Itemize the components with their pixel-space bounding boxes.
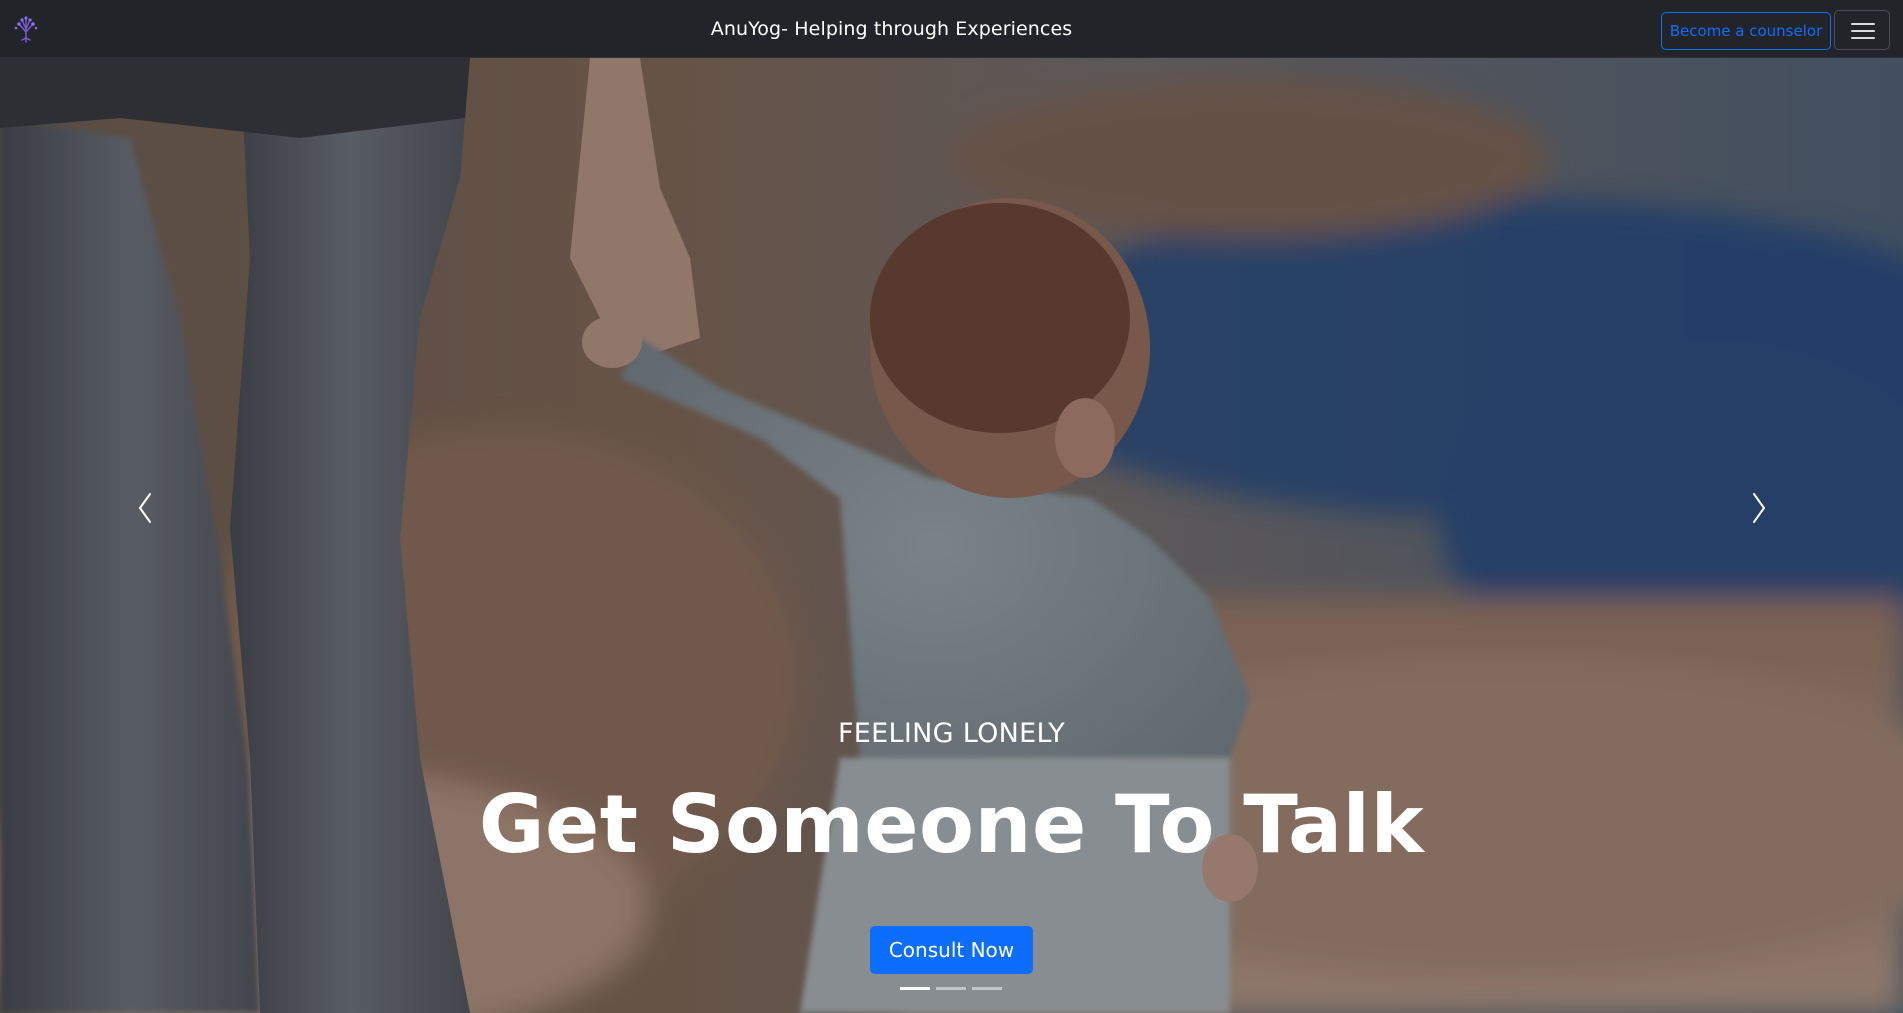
hero-subtitle: FEELING LONELY [837,718,1066,749]
consult-now-button[interactable]: Consult Now [870,926,1033,974]
navbar: AnuYog- Helping through Experiences Beco… [0,0,1903,58]
slide-indicator-3[interactable] [972,987,1002,990]
navbar-toggler-button[interactable] [1834,10,1890,50]
chevron-left-icon[interactable] [124,478,164,538]
hero-carousel: FEELING LONELY Get Someone To Talk Consu… [0,58,1903,1013]
become-counselor-button[interactable]: Become a counselor [1661,12,1831,50]
hero-title: Get Someone To Talk [478,778,1425,871]
chevron-right-icon[interactable] [1740,478,1780,538]
site-title[interactable]: AnuYog- Helping through Experiences [0,0,1783,58]
slide-indicator-1[interactable] [900,987,930,990]
slide-indicator-2[interactable] [936,987,966,990]
